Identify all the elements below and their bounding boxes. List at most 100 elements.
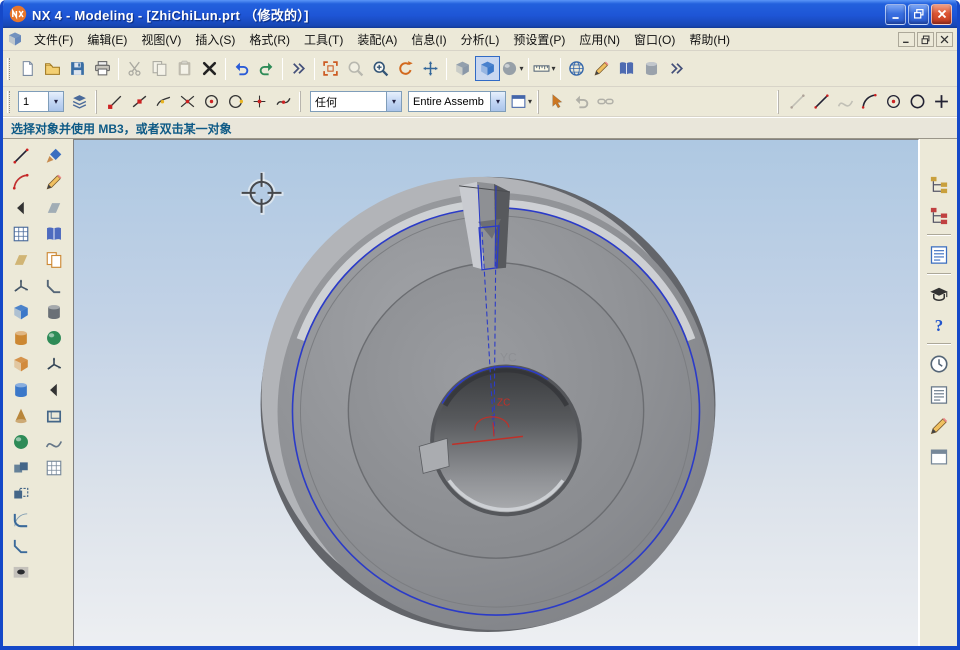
control-point-snap-icon[interactable] xyxy=(151,90,175,114)
work-layer-combo[interactable]: 1 ▾ xyxy=(18,91,64,112)
circle-center-tool-icon[interactable] xyxy=(881,90,905,114)
toolbar-options-icon[interactable] xyxy=(664,56,689,81)
edit-object-display-icon[interactable] xyxy=(40,143,67,169)
new-part-icon[interactable] xyxy=(15,56,40,81)
help-icon[interactable] xyxy=(924,309,954,340)
work-layer-combo-arrow[interactable]: ▾ xyxy=(48,92,63,111)
delete-icon[interactable] xyxy=(197,56,222,81)
selection-filter-icon-dropdown[interactable]: ▾ xyxy=(528,98,532,106)
menu-view[interactable]: 视图(V) xyxy=(134,28,188,51)
redo-icon[interactable] xyxy=(254,56,279,81)
menu-assemblies[interactable]: 装配(A) xyxy=(350,28,404,51)
web-browser-icon[interactable] xyxy=(564,56,589,81)
collapse-curve-toolbar-icon[interactable] xyxy=(7,195,34,221)
menu-tools[interactable]: 工具(T) xyxy=(297,28,350,51)
minimize-button[interactable] xyxy=(885,4,906,25)
menu-application[interactable]: 应用(N) xyxy=(572,28,627,51)
constraint-navigator-icon[interactable] xyxy=(924,200,954,231)
menu-analysis[interactable]: 分析(L) xyxy=(454,28,507,51)
green-sphere-icon[interactable] xyxy=(40,325,67,351)
toolbar-overflow-icon[interactable] xyxy=(286,56,311,81)
pan-view-icon[interactable] xyxy=(418,56,443,81)
menu-preferences[interactable]: 预设置(P) xyxy=(506,28,572,51)
selection-scope-combo-arrow[interactable]: ▾ xyxy=(490,92,505,111)
menu-format[interactable]: 格式(R) xyxy=(242,28,297,51)
expressions-icon[interactable] xyxy=(40,221,67,247)
subtract-icon[interactable] xyxy=(7,481,34,507)
datum-csys-icon[interactable] xyxy=(7,273,34,299)
revolve-icon[interactable] xyxy=(7,325,34,351)
intersection-snap-icon[interactable] xyxy=(175,90,199,114)
shaded-display-icon[interactable] xyxy=(475,56,500,81)
sketch-icon[interactable] xyxy=(7,221,34,247)
type-filter-combo[interactable]: 任何 ▾ xyxy=(310,91,402,112)
palettes-icon[interactable] xyxy=(924,441,954,472)
menu-edit[interactable]: 编辑(E) xyxy=(80,28,134,51)
roles-icon[interactable] xyxy=(924,278,954,309)
menu-window[interactable]: 窗口(O) xyxy=(627,28,682,51)
assembly-navigator-icon[interactable] xyxy=(924,169,954,200)
instance-feature-icon[interactable] xyxy=(40,247,67,273)
part-navigator-icon[interactable] xyxy=(924,239,954,270)
document-close-button[interactable] xyxy=(936,32,953,47)
graphics-window[interactable]: YC ZC xyxy=(73,139,919,646)
sketch-line-icon[interactable] xyxy=(809,90,833,114)
shell-icon[interactable] xyxy=(40,403,67,429)
block-icon[interactable] xyxy=(7,351,34,377)
cylinder-icon[interactable] xyxy=(7,377,34,403)
trim-body-icon[interactable] xyxy=(40,273,67,299)
menu-information[interactable]: 信息(I) xyxy=(404,28,453,51)
measure-distance-icon-dropdown[interactable]: ▾ xyxy=(551,65,555,73)
document-minimize-button[interactable] xyxy=(898,32,915,47)
sketch-tools-icon[interactable] xyxy=(924,410,954,441)
datum-axis-icon[interactable] xyxy=(40,195,67,221)
toolbar-grip[interactable] xyxy=(7,58,10,80)
display-mode-icon-dropdown[interactable]: ▾ xyxy=(519,65,523,73)
save-icon[interactable] xyxy=(65,56,90,81)
restore-button[interactable] xyxy=(908,4,929,25)
wireframe-display-icon[interactable] xyxy=(450,56,475,81)
document-restore-button[interactable] xyxy=(917,32,934,47)
selection-scope-combo[interactable]: Entire Assemb ▾ xyxy=(408,91,506,112)
arc-icon[interactable] xyxy=(7,169,34,195)
point-on-curve-snap-icon[interactable] xyxy=(271,90,295,114)
extract-body-icon[interactable] xyxy=(40,299,67,325)
edge-blend-icon[interactable] xyxy=(7,507,34,533)
undo-icon[interactable] xyxy=(229,56,254,81)
point-tool-icon[interactable] xyxy=(929,90,953,114)
selection-filter-icon[interactable]: ▾ xyxy=(509,90,533,114)
menu-file[interactable]: 文件(F) xyxy=(27,28,80,51)
arc-center-snap-icon[interactable] xyxy=(199,90,223,114)
zoom-in-out-icon[interactable] xyxy=(368,56,393,81)
selection-intent-icon[interactable] xyxy=(545,90,569,114)
thread-icon[interactable] xyxy=(40,429,67,455)
midpoint-snap-icon[interactable] xyxy=(127,90,151,114)
print-icon[interactable] xyxy=(90,56,115,81)
cone-icon[interactable] xyxy=(7,403,34,429)
datum-plane-icon[interactable] xyxy=(7,247,34,273)
close-button[interactable] xyxy=(931,4,952,25)
pattern-icon[interactable] xyxy=(40,455,67,481)
hole-icon[interactable] xyxy=(7,559,34,585)
sphere-icon[interactable] xyxy=(7,429,34,455)
collapse-form-toolbar-icon[interactable] xyxy=(40,377,67,403)
extrude-icon[interactable] xyxy=(7,299,34,325)
chamfer-icon[interactable] xyxy=(7,533,34,559)
history-icon[interactable] xyxy=(924,348,954,379)
menu-help[interactable]: 帮助(H) xyxy=(682,28,737,51)
endpoint-snap-icon[interactable] xyxy=(103,90,127,114)
unite-icon[interactable] xyxy=(7,455,34,481)
layer-settings-icon[interactable] xyxy=(67,90,91,114)
journal-icon[interactable] xyxy=(589,56,614,81)
gear-blank-model[interactable] xyxy=(261,177,716,632)
menu-insert[interactable]: 插入(S) xyxy=(188,28,242,51)
details-icon[interactable] xyxy=(924,379,954,410)
line-icon[interactable] xyxy=(7,143,34,169)
move-object-icon[interactable] xyxy=(40,169,67,195)
wcs-dynamics-icon[interactable] xyxy=(40,351,67,377)
fit-view-icon[interactable] xyxy=(318,56,343,81)
rotate-view-icon[interactable] xyxy=(393,56,418,81)
library-icon[interactable] xyxy=(614,56,639,81)
type-filter-combo-arrow[interactable]: ▾ xyxy=(386,92,401,111)
open-icon[interactable] xyxy=(40,56,65,81)
